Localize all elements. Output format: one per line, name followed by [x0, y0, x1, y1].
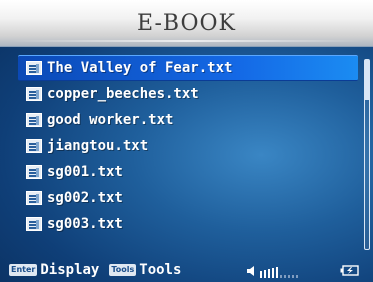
list-item[interactable]: jiangtou.txt: [18, 133, 358, 159]
volume-bar: [276, 267, 278, 278]
volume-bar: [288, 275, 290, 278]
scrollbar[interactable]: [364, 59, 370, 250]
volume-bar: [296, 275, 298, 278]
text-file-icon: [26, 217, 42, 231]
text-file-icon: [26, 191, 42, 205]
enter-key-badge: Enter: [9, 264, 38, 276]
list-item[interactable]: sg002.txt: [18, 185, 358, 211]
volume-bar: [272, 268, 274, 278]
text-file-icon: [26, 61, 42, 75]
file-name: The Valley of Fear.txt: [47, 60, 233, 76]
header-shine: [8, 40, 365, 42]
text-file-icon: [26, 113, 42, 127]
list-item[interactable]: sg001.txt: [18, 159, 358, 185]
tools-key-badge: Tools: [109, 264, 137, 276]
text-file-icon: [26, 139, 42, 153]
file-name: jiangtou.txt: [47, 138, 149, 154]
scrollbar-thumb[interactable]: [365, 60, 369, 100]
list-item-selected[interactable]: The Valley of Fear.txt: [18, 55, 358, 81]
list-item[interactable]: copper_beeches.txt: [18, 81, 358, 107]
file-list: The Valley of Fear.txt copper_beeches.tx…: [18, 55, 358, 237]
volume-bar: [284, 275, 286, 278]
list-item[interactable]: good worker.txt: [18, 107, 358, 133]
battery-icon: [340, 265, 359, 276]
page-title: E-BOOK: [137, 11, 236, 36]
volume-bar: [260, 271, 262, 278]
file-name: sg002.txt: [47, 190, 123, 206]
list-item[interactable]: sg003.txt: [18, 211, 358, 237]
speaker-icon: [247, 266, 254, 276]
footer-bar: Enter Display Tools Tools: [0, 258, 373, 282]
volume-level: [260, 266, 298, 278]
file-name: sg003.txt: [47, 216, 123, 232]
volume-bar: [280, 275, 282, 278]
file-name: good worker.txt: [47, 112, 174, 128]
text-file-icon: [26, 165, 42, 179]
file-name: sg001.txt: [47, 164, 123, 180]
tools-action-label[interactable]: Tools: [139, 262, 181, 278]
file-name: copper_beeches.txt: [47, 86, 199, 102]
volume-bar: [264, 270, 266, 278]
text-file-icon: [26, 87, 42, 101]
display-action-label[interactable]: Display: [40, 262, 99, 278]
volume-bar: [268, 269, 270, 278]
volume-bar: [292, 275, 294, 278]
header-bar: E-BOOK: [0, 0, 373, 47]
ebook-screen: E-BOOK The Valley of Fear.txt copper_bee…: [0, 0, 373, 282]
